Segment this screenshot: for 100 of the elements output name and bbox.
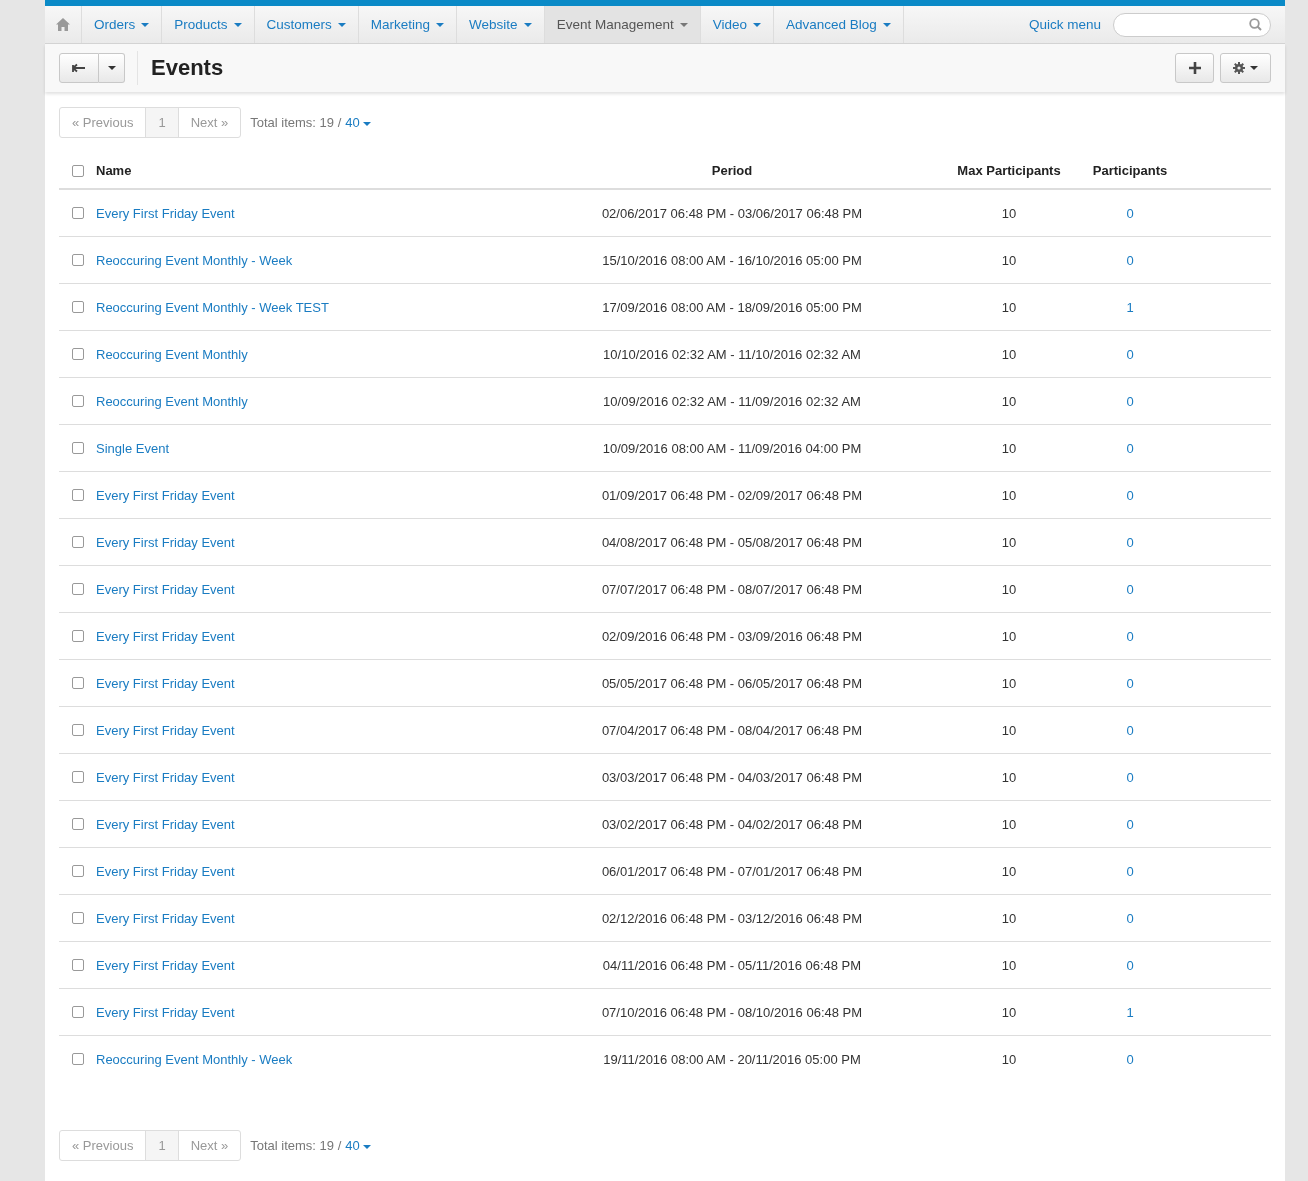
event-name-link[interactable]: Every First Friday Event (96, 769, 235, 785)
row-checkbox[interactable] (71, 207, 84, 219)
participants-link[interactable]: 0 (1126, 722, 1134, 738)
max-participants-cell: 10 (1001, 722, 1017, 738)
row-checkbox[interactable] (71, 630, 84, 642)
participants-link[interactable]: 0 (1126, 1051, 1134, 1067)
event-name-link[interactable]: Every First Friday Event (96, 675, 235, 691)
row-checkbox[interactable] (71, 301, 84, 313)
participants-link[interactable]: 0 (1126, 346, 1134, 362)
back-button[interactable] (59, 53, 99, 83)
participants-link[interactable]: 0 (1126, 910, 1134, 926)
per-page-dropdown[interactable]: 40 (345, 1138, 371, 1153)
participants-link[interactable]: 0 (1126, 628, 1134, 644)
period-cell: 10/09/2016 02:32 AM - 11/09/2016 02:32 AM (603, 393, 861, 409)
row-checkbox[interactable] (71, 1006, 84, 1018)
caret-icon (362, 121, 371, 126)
event-name-link[interactable]: Reoccuring Event Monthly (96, 393, 248, 409)
caret-icon (233, 22, 242, 27)
participants-link[interactable]: 1 (1126, 1004, 1134, 1020)
search-field[interactable] (1113, 12, 1271, 37)
row-checkbox[interactable] (71, 912, 84, 924)
event-name-link[interactable]: Every First Friday Event (96, 628, 235, 644)
participants-link[interactable]: 0 (1126, 534, 1134, 550)
period-cell: 03/02/2017 06:48 PM - 04/02/2017 06:48 PM (601, 816, 863, 832)
max-participants-cell: 10 (1001, 769, 1017, 785)
event-name-link[interactable]: Every First Friday Event (96, 1004, 235, 1020)
page-number-button[interactable]: 1 (146, 1131, 179, 1160)
max-participants-cell: 10 (1001, 487, 1017, 503)
event-name-link[interactable]: Every First Friday Event (96, 816, 235, 832)
participants-link[interactable]: 0 (1126, 393, 1134, 409)
row-checkbox[interactable] (71, 489, 84, 501)
participants-link[interactable]: 0 (1126, 487, 1134, 503)
row-checkbox[interactable] (71, 583, 84, 595)
caret-icon (523, 22, 532, 27)
period-cell: 04/11/2016 06:48 PM - 05/11/2016 06:48 PM (602, 957, 862, 973)
per-page-dropdown[interactable]: 40 (345, 115, 371, 130)
period-cell: 07/10/2016 06:48 PM - 08/10/2016 06:48 PM (601, 1004, 863, 1020)
period-cell: 02/12/2016 06:48 PM - 03/12/2016 06:48 PM (601, 910, 863, 926)
add-button[interactable] (1175, 53, 1214, 83)
max-participants-cell: 10 (1001, 910, 1017, 926)
row-checkbox[interactable] (71, 536, 84, 548)
event-name-link[interactable]: Single Event (96, 440, 169, 456)
row-checkbox[interactable] (71, 959, 84, 971)
event-name-link[interactable]: Every First Friday Event (96, 722, 235, 738)
participants-link[interactable]: 0 (1126, 957, 1134, 973)
participants-link[interactable]: 0 (1126, 863, 1134, 879)
row-checkbox[interactable] (71, 771, 84, 783)
row-checkbox[interactable] (71, 1053, 84, 1065)
row-checkbox[interactable] (71, 677, 84, 689)
event-name-link[interactable]: Every First Friday Event (96, 957, 235, 973)
row-checkbox[interactable] (71, 724, 84, 736)
event-name-link[interactable]: Every First Friday Event (96, 487, 235, 503)
nav-menu-item[interactable]: Video (700, 6, 774, 43)
column-header: Name (96, 163, 132, 178)
event-name-link[interactable]: Reoccuring Event Monthly - Week (96, 1051, 293, 1067)
nav-menu-item[interactable]: Website (457, 6, 545, 43)
participants-link[interactable]: 0 (1126, 252, 1134, 268)
caret-icon (753, 22, 761, 27)
row-checkbox[interactable] (71, 818, 84, 830)
nav-menu-item[interactable]: Orders (82, 6, 163, 43)
page-number-button[interactable]: 1 (146, 108, 179, 137)
nav-menu-item[interactable]: Products (162, 6, 255, 43)
row-checkbox[interactable] (71, 865, 84, 877)
participants-link[interactable]: 0 (1126, 675, 1134, 691)
row-checkbox[interactable] (71, 254, 84, 266)
period-cell: 17/09/2016 08:00 AM - 18/09/2016 05:00 PM (602, 299, 862, 315)
nav-menu-item[interactable]: Advanced Blog (774, 6, 904, 43)
nav-menu-item[interactable]: Marketing (358, 6, 458, 43)
max-participants-cell: 10 (1001, 252, 1017, 268)
row-checkbox[interactable] (71, 348, 84, 360)
settings-button[interactable] (1220, 53, 1271, 83)
participants-link[interactable]: 0 (1126, 440, 1134, 456)
row-checkbox[interactable] (71, 442, 84, 454)
caret-icon (107, 66, 116, 70)
caret-icon (141, 22, 150, 27)
select-all-checkbox[interactable] (71, 164, 84, 177)
quick-menu-link[interactable]: Quick menu (1028, 17, 1101, 32)
event-name-link[interactable]: Every First Friday Event (96, 863, 235, 879)
max-participants-cell: 10 (1001, 440, 1017, 456)
max-participants-cell: 10 (1001, 957, 1017, 973)
participants-link[interactable]: 0 (1126, 816, 1134, 832)
period-cell: 10/10/2016 02:32 AM - 11/10/2016 02:32 AM (603, 346, 861, 362)
nav-menu-item[interactable]: Event Management (544, 6, 701, 43)
event-name-link[interactable]: Every First Friday Event (96, 534, 235, 550)
nav-menu-item[interactable]: Customers (254, 6, 359, 43)
event-name-link[interactable]: Reoccuring Event Monthly (96, 346, 248, 362)
event-name-link[interactable]: Every First Friday Event (96, 205, 235, 221)
event-name-link[interactable]: Reoccuring Event Monthly - Week (96, 252, 293, 268)
participants-link[interactable]: 0 (1126, 581, 1134, 597)
max-participants-cell: 10 (1001, 816, 1017, 832)
event-name-link[interactable]: Every First Friday Event (96, 581, 235, 597)
participants-link[interactable]: 1 (1126, 299, 1134, 315)
participants-link[interactable]: 0 (1126, 205, 1134, 221)
participants-link[interactable]: 0 (1126, 769, 1134, 785)
dropdown-button[interactable] (99, 53, 125, 83)
max-participants-cell: 10 (1001, 299, 1017, 315)
row-checkbox[interactable] (71, 395, 84, 407)
column-header: Participants (1092, 163, 1168, 178)
event-name-link[interactable]: Reoccuring Event Monthly - Week TEST (96, 299, 329, 315)
event-name-link[interactable]: Every First Friday Event (96, 910, 235, 926)
